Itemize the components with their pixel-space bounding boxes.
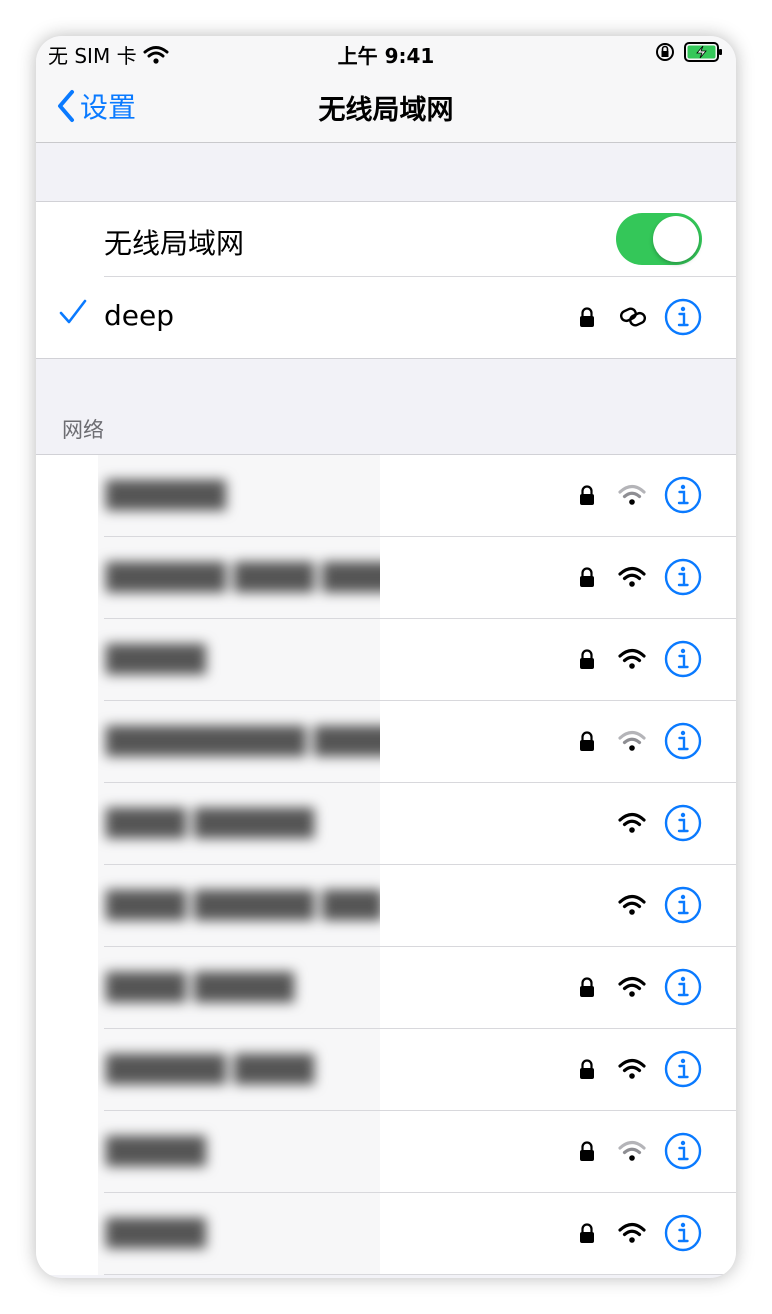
info-icon[interactable] bbox=[664, 968, 702, 1006]
network-name-blurred: ████ █████ bbox=[98, 947, 380, 1029]
network-icons bbox=[578, 639, 702, 679]
info-icon[interactable] bbox=[664, 298, 702, 336]
network-name-blurred: █████ bbox=[98, 1193, 380, 1275]
network-icons bbox=[578, 803, 702, 843]
personal-hotspot-link-icon bbox=[619, 307, 647, 327]
network-row[interactable]: ██████████ ██████ █████ bbox=[36, 701, 736, 783]
wifi-signal-icon bbox=[618, 976, 646, 997]
page-title: 无线局域网 bbox=[318, 95, 454, 126]
info-icon[interactable] bbox=[664, 804, 702, 842]
lock-icon bbox=[580, 485, 594, 505]
network-icons bbox=[578, 475, 702, 515]
status-right bbox=[654, 41, 724, 63]
network-row[interactable]: █████ bbox=[36, 1193, 736, 1275]
orientation-lock-icon bbox=[656, 43, 674, 61]
settings-screen: 无 SIM 卡 上午 9:41 设置 无线局域网 无线局域网 deep 网络 █… bbox=[36, 36, 736, 1278]
network-name-blurred: ████ ██████ bbox=[98, 783, 380, 865]
network-icons bbox=[578, 721, 702, 761]
network-icons bbox=[578, 1131, 702, 1171]
clock: 上午 9:41 bbox=[337, 44, 435, 68]
network-row[interactable]: ████ ██████ ███ bbox=[36, 865, 736, 947]
network-name-blurred: ██████████ ██████ █████ bbox=[98, 701, 380, 783]
network-row[interactable]: ██████ ████ █████ bbox=[36, 537, 736, 619]
network-name: ██████████ ██████ █████ bbox=[106, 727, 380, 757]
network-name-blurred: ██████ bbox=[98, 455, 380, 537]
info-icon[interactable] bbox=[664, 722, 702, 760]
battery-icon bbox=[684, 42, 722, 62]
connected-network-name: deep bbox=[104, 299, 174, 332]
wifi-toggle-row: 无线局域网 bbox=[36, 202, 736, 277]
info-icon[interactable] bbox=[664, 886, 702, 924]
lock-icon bbox=[580, 1223, 594, 1243]
lock-icon bbox=[580, 307, 594, 327]
network-name: ██████ bbox=[106, 481, 226, 511]
network-name: ████ █████ bbox=[106, 973, 295, 1003]
lock-icon bbox=[580, 731, 594, 751]
lock-icon bbox=[580, 977, 594, 997]
network-icons bbox=[578, 967, 702, 1007]
wifi-settings-group: 无线局域网 deep bbox=[36, 201, 736, 359]
info-icon[interactable] bbox=[664, 476, 702, 514]
wifi-signal-icon bbox=[618, 1222, 646, 1243]
row-divider bbox=[104, 1274, 736, 1275]
lock-icon bbox=[580, 649, 594, 669]
lock-icon bbox=[580, 1059, 594, 1079]
toggle-knob bbox=[653, 216, 699, 262]
network-name: █████ bbox=[106, 645, 206, 675]
info-icon[interactable] bbox=[664, 1132, 702, 1170]
network-icons bbox=[578, 557, 702, 597]
checkmark-icon bbox=[59, 299, 87, 324]
network-name-blurred: █████ bbox=[98, 1111, 380, 1193]
top-bar: 无 SIM 卡 上午 9:41 设置 无线局域网 bbox=[36, 36, 736, 143]
network-row[interactable]: █████ bbox=[36, 619, 736, 701]
network-name: █████ bbox=[106, 1219, 206, 1249]
info-icon[interactable] bbox=[664, 1050, 702, 1088]
network-row[interactable]: ████ █████ bbox=[36, 947, 736, 1029]
wifi-signal-icon bbox=[618, 1140, 646, 1161]
network-row[interactable]: ██████ ████ bbox=[36, 1029, 736, 1111]
wifi-signal-icon bbox=[618, 484, 646, 505]
network-row[interactable]: ████ ██████ bbox=[36, 783, 736, 865]
network-name: ████ ██████ bbox=[106, 809, 315, 839]
network-name: █████ bbox=[106, 1137, 206, 1167]
lock-icon bbox=[580, 1141, 594, 1161]
wifi-toggle[interactable] bbox=[616, 213, 702, 265]
wifi-signal-icon bbox=[618, 812, 646, 833]
network-row[interactable]: █████ bbox=[36, 1111, 736, 1193]
wifi-toggle-label: 无线局域网 bbox=[104, 227, 245, 260]
network-name: ██████ ████ █████ bbox=[106, 563, 380, 593]
network-name-blurred: █████ bbox=[98, 619, 380, 701]
status-bar: 无 SIM 卡 上午 9:41 bbox=[36, 36, 736, 70]
networks-section-title: 网络 bbox=[62, 418, 104, 442]
info-icon[interactable] bbox=[664, 1214, 702, 1252]
network-icons bbox=[578, 1049, 702, 1089]
connected-network-icons bbox=[578, 297, 702, 337]
info-icon[interactable] bbox=[664, 558, 702, 596]
wifi-signal-icon bbox=[618, 894, 646, 915]
network-icons bbox=[578, 885, 702, 925]
network-name-blurred: ████ ██████ ███ bbox=[98, 865, 380, 947]
network-name-blurred: ██████ ████ █████ bbox=[98, 537, 380, 619]
wifi-signal-icon bbox=[618, 1058, 646, 1079]
network-name: ████ ██████ ███ bbox=[106, 891, 380, 921]
network-row[interactable]: ██████ bbox=[36, 455, 736, 537]
network-name: ██████ ████ bbox=[106, 1055, 315, 1085]
networks-list: ██████ ██████ ████ ███ █████ ██████████ … bbox=[36, 454, 736, 1275]
lock-icon bbox=[580, 567, 594, 587]
network-name-blurred: ██████ ████ bbox=[98, 1029, 380, 1111]
navigation-bar: 设置 无线局域网 bbox=[36, 70, 736, 142]
connected-network-row[interactable]: deep bbox=[36, 277, 736, 358]
wifi-signal-icon bbox=[618, 730, 646, 751]
wifi-signal-icon bbox=[618, 566, 646, 587]
wifi-signal-icon bbox=[618, 648, 646, 669]
info-icon[interactable] bbox=[664, 640, 702, 678]
network-icons bbox=[578, 1213, 702, 1253]
